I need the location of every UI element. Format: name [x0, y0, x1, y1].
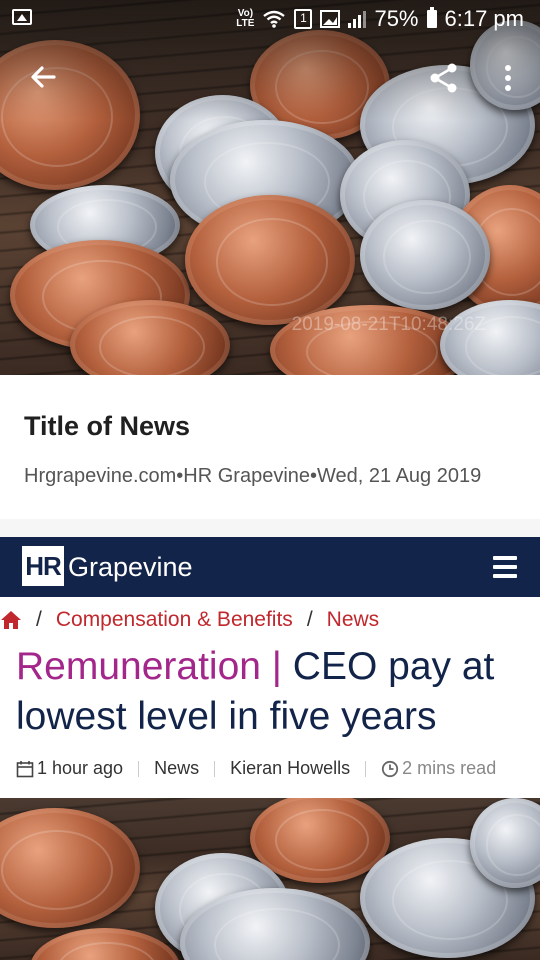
breadcrumb-separator: / [306, 608, 313, 631]
back-arrow-icon[interactable] [26, 60, 60, 94]
site-header: HR Grapevine [0, 537, 540, 597]
logo-name[interactable]: Grapevine [68, 551, 193, 583]
section-divider [0, 519, 540, 537]
wifi-icon [263, 10, 286, 28]
volte-bottom-text: LTE [236, 18, 255, 29]
calendar-icon [16, 760, 34, 778]
article-image [0, 798, 540, 960]
meta-divider [365, 760, 367, 777]
logo-hr-mark[interactable]: HR [22, 546, 64, 586]
clock-icon [381, 760, 399, 778]
image-icon [12, 9, 32, 25]
more-vert-icon[interactable] [498, 62, 518, 94]
sim-indicator: 1 [294, 9, 313, 29]
menu-icon[interactable] [493, 556, 517, 578]
time-ago: 1 hour ago [37, 758, 124, 778]
status-bar: Vo) LTE 1 75% 6:17 pm [0, 0, 540, 38]
clock-time: 6:17 pm [444, 6, 525, 31]
battery-icon [426, 7, 437, 28]
signal-photo-icon [320, 10, 341, 28]
signal-bars-icon [348, 10, 367, 28]
meta-section-link[interactable]: News [154, 758, 199, 779]
read-time: 2 mins read [402, 758, 497, 778]
home-icon[interactable] [0, 610, 22, 630]
meta-divider [214, 760, 216, 777]
article-headline: Remuneration | CEO pay at lowest level i… [16, 642, 532, 742]
meta-divider [138, 760, 140, 777]
article-meta: 1 hour ago News Kieran Howells 2 mins re… [16, 758, 496, 779]
news-card: Title of News Hrgrapevine.com•HR Grapevi… [0, 375, 540, 522]
breadcrumb-section[interactable]: News [327, 608, 380, 632]
breadcrumb: / Compensation & Benefits / News [0, 604, 379, 636]
news-title: Title of News [24, 411, 191, 441]
volte-indicator: Vo) LTE [236, 9, 254, 29]
author-link[interactable]: Kieran Howells [230, 758, 350, 779]
news-meta: Hrgrapevine.com•HR Grapevine•Wed, 21 Aug… [24, 465, 482, 487]
hero-timestamp: 2019-08-21T10:48:26Z [291, 314, 486, 335]
share-icon[interactable] [428, 62, 460, 94]
breadcrumb-category[interactable]: Compensation & Benefits [56, 608, 293, 632]
battery-level: 75% [374, 6, 419, 31]
breadcrumb-separator: / [36, 608, 42, 631]
headline-kicker: Remuneration | [16, 645, 282, 688]
